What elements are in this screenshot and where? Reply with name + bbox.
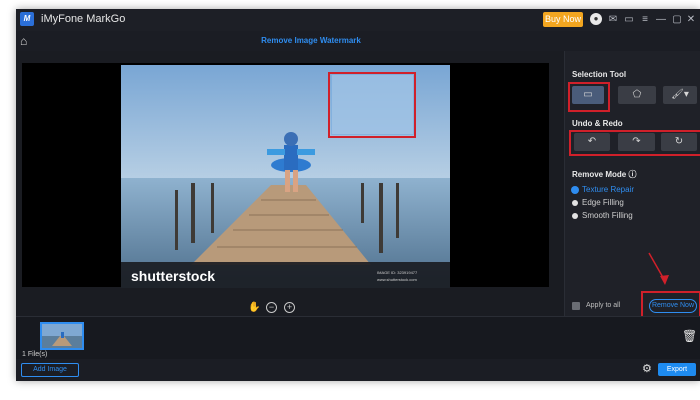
selection-highlight — [328, 72, 416, 138]
selection-tool-label: Selection Tool — [572, 70, 627, 79]
files-count: 1 File(s) — [22, 351, 48, 358]
watermark-id-line2: www.shutterstock.com — [377, 277, 417, 282]
apply-to-all-checkbox[interactable] — [572, 302, 580, 310]
menu-icon[interactable]: ≡ — [638, 12, 652, 27]
mode-smooth-filling[interactable]: Smooth Filling — [572, 211, 633, 220]
app-window: M iMyFone MarkGo Buy Now ● ✉ ▭ ≡ — ▢ ✕ ⌂… — [16, 9, 700, 381]
mail-icon[interactable]: ✉ — [606, 12, 620, 27]
close-icon[interactable]: ✕ — [684, 12, 698, 27]
footer: Add Image ⚙ Export — [16, 359, 700, 381]
radio-dot — [572, 186, 578, 193]
gear-icon[interactable]: ⚙ — [642, 362, 654, 376]
right-panel: Selection Tool ▭ ⬠ 🖌▾ Undo & Redo ↶ ↷ ↻ … — [564, 51, 700, 319]
buy-now-button[interactable]: Buy Now — [543, 12, 583, 27]
trash-icon[interactable]: 🗑 — [682, 329, 697, 343]
app-title: iMyFone MarkGo — [41, 13, 126, 25]
user-icon[interactable]: ● — [590, 13, 602, 25]
undo-redo-label: Undo & Redo — [572, 119, 623, 128]
chat-icon[interactable]: ▭ — [622, 12, 636, 27]
watermark-id-line1: IMAGE ID: 323919477 — [377, 270, 418, 275]
remove-now-highlight — [641, 291, 700, 319]
zoom-in-icon[interactable]: + — [284, 302, 295, 313]
undo-redo-highlight — [569, 130, 700, 156]
apply-to-all-label: Apply to all — [586, 302, 621, 309]
export-button[interactable]: Export — [658, 363, 696, 376]
minimize-icon[interactable]: — — [654, 12, 668, 27]
help-icon[interactable]: ⓘ — [628, 170, 636, 179]
brush-select-button[interactable]: 🖌▾ — [663, 86, 697, 104]
thumbnail-illustration — [42, 324, 82, 348]
image-thumbnail[interactable] — [40, 322, 84, 350]
remove-mode-label: Remove Mode ⓘ — [572, 170, 637, 179]
radio-dot — [572, 199, 578, 206]
header-bar: ⌂ Remove Image Watermark — [16, 31, 700, 51]
app-logo: M — [20, 12, 34, 26]
lasso-select-button[interactable]: ⬠ — [618, 86, 656, 104]
selection-tool-highlight — [568, 82, 610, 112]
zoom-out-icon[interactable]: − — [266, 302, 277, 313]
radio-dot — [572, 212, 578, 219]
watermark-brand: shutterstock — [131, 268, 215, 284]
maximize-icon[interactable]: ▢ — [670, 12, 684, 27]
mode-edge-filling[interactable]: Edge Filling — [572, 198, 624, 207]
pointer-arrow-icon — [648, 252, 669, 285]
titlebar: M iMyFone MarkGo Buy Now ● ✉ ▭ ≡ — ▢ ✕ — [16, 9, 700, 31]
hand-icon[interactable]: ✋ — [248, 302, 260, 314]
add-image-button[interactable]: Add Image — [21, 363, 79, 377]
filmstrip: 1 File(s) 🗑 — [16, 316, 700, 360]
mode-texture-repair[interactable]: Texture Repair — [572, 185, 634, 194]
page-title: Remove Image Watermark — [261, 36, 361, 45]
canvas-toolbar: ✋ − + — [248, 302, 358, 316]
